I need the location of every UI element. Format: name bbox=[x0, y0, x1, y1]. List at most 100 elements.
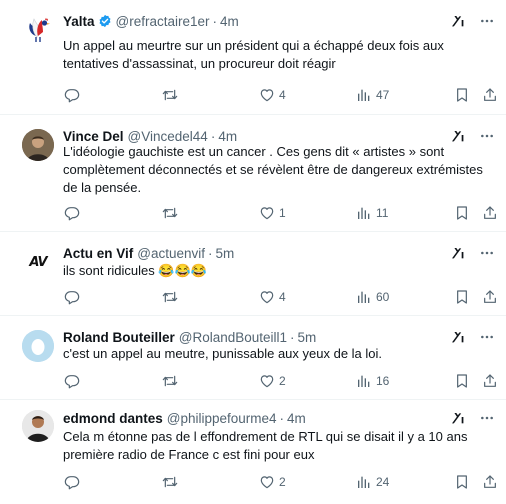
share-icon bbox=[482, 289, 498, 305]
like-button[interactable]: 2 bbox=[259, 472, 286, 492]
reply-icon bbox=[64, 474, 80, 490]
views-button[interactable]: 16 bbox=[356, 371, 389, 391]
user-handle[interactable]: @Vincedel44 bbox=[128, 129, 208, 144]
share-button[interactable] bbox=[482, 371, 498, 391]
views-icon bbox=[356, 474, 372, 490]
share-button[interactable] bbox=[482, 287, 498, 307]
tweet-text: L'idéologie gauchiste est un cancer . Ce… bbox=[63, 144, 483, 195]
avatar-logo-text: AV bbox=[29, 254, 47, 270]
tweet-header: Actu en Vif @actuenvif · 5m bbox=[63, 244, 446, 262]
retweet-icon bbox=[162, 87, 178, 103]
rooster-avatar-icon bbox=[29, 17, 50, 42]
tweet-header: Roland Bouteiller @RolandBouteill1 · 5m bbox=[63, 328, 446, 346]
retweet-icon bbox=[162, 474, 178, 490]
views-button[interactable]: 11 bbox=[356, 203, 388, 223]
like-button[interactable]: 1 bbox=[259, 203, 286, 223]
views-button[interactable]: 47 bbox=[356, 85, 389, 105]
reply-button[interactable] bbox=[64, 287, 84, 307]
grok-icon[interactable] bbox=[450, 13, 466, 29]
views-icon bbox=[356, 87, 372, 103]
views-icon bbox=[356, 289, 372, 305]
user-handle[interactable]: @philippefourme4 bbox=[167, 411, 277, 426]
display-name[interactable]: Vince Del bbox=[63, 129, 124, 144]
user-handle[interactable]: @refractaire1er bbox=[116, 14, 210, 29]
action-bar: 2 24 bbox=[58, 472, 500, 492]
view-count: 60 bbox=[376, 290, 390, 304]
timestamp[interactable]: 4m bbox=[220, 14, 239, 29]
retweet-icon bbox=[162, 373, 178, 389]
share-button[interactable] bbox=[482, 85, 498, 105]
grok-icon[interactable] bbox=[450, 245, 466, 261]
bookmark-button[interactable] bbox=[454, 371, 470, 391]
reply-feed: Yalta @refractaire1er · 4m Un appel au m… bbox=[0, 0, 506, 504]
action-bar: 4 60 bbox=[58, 287, 500, 307]
avatar[interactable] bbox=[22, 330, 54, 362]
bookmark-button[interactable] bbox=[454, 85, 470, 105]
action-bar: 4 47 bbox=[58, 85, 500, 105]
retweet-button[interactable] bbox=[162, 203, 182, 223]
grok-icon[interactable] bbox=[450, 329, 466, 345]
grok-icon[interactable] bbox=[450, 128, 466, 144]
tweet-edmond-dantes[interactable]: edmond dantes @philippefourme4 · 4m Cela… bbox=[0, 400, 506, 504]
like-icon bbox=[259, 87, 275, 103]
tweet-vince-del[interactable]: Vince Del @Vincedel44 · 4m L'idéologie g… bbox=[0, 115, 506, 232]
more-icon[interactable] bbox=[478, 245, 496, 261]
like-count: 4 bbox=[279, 88, 286, 102]
like-count: 4 bbox=[279, 290, 286, 304]
action-bar: 1 11 bbox=[58, 203, 500, 223]
separator-dot: · bbox=[208, 245, 213, 261]
more-icon[interactable] bbox=[478, 128, 496, 144]
action-bar: 2 16 bbox=[58, 371, 500, 391]
user-handle[interactable]: @RolandBouteill1 bbox=[179, 330, 287, 345]
views-icon bbox=[356, 205, 372, 221]
display-name[interactable]: Yalta bbox=[63, 14, 95, 29]
tweet-header: Yalta @refractaire1er · 4m bbox=[63, 12, 446, 30]
person-avatar-icon bbox=[22, 129, 54, 161]
avatar[interactable] bbox=[22, 410, 54, 442]
tweet-yalta[interactable]: Yalta @refractaire1er · 4m Un appel au m… bbox=[0, 0, 506, 115]
view-count: 11 bbox=[376, 206, 389, 220]
reply-button[interactable] bbox=[64, 203, 84, 223]
more-icon[interactable] bbox=[478, 410, 496, 426]
like-button[interactable]: 4 bbox=[259, 287, 286, 307]
more-icon[interactable] bbox=[478, 329, 496, 345]
timestamp[interactable]: 5m bbox=[298, 330, 317, 345]
user-handle[interactable]: @actuenvif bbox=[137, 246, 205, 261]
views-button[interactable]: 60 bbox=[356, 287, 389, 307]
reply-icon bbox=[64, 205, 80, 221]
more-icon[interactable] bbox=[478, 13, 496, 29]
separator-dot: · bbox=[210, 128, 216, 144]
timestamp[interactable]: 5m bbox=[216, 246, 235, 261]
avatar[interactable] bbox=[22, 129, 54, 161]
bookmark-icon bbox=[454, 373, 470, 389]
display-name[interactable]: Actu en Vif bbox=[63, 246, 133, 261]
display-name[interactable]: edmond dantes bbox=[63, 411, 163, 426]
view-count: 16 bbox=[376, 374, 390, 388]
reply-button[interactable] bbox=[64, 85, 84, 105]
like-button[interactable]: 4 bbox=[259, 85, 286, 105]
separator-dot: · bbox=[279, 410, 285, 426]
verified-badge-icon bbox=[98, 14, 112, 28]
share-button[interactable] bbox=[482, 203, 498, 223]
retweet-button[interactable] bbox=[162, 472, 182, 492]
retweet-button[interactable] bbox=[162, 85, 182, 105]
grok-icon[interactable] bbox=[450, 410, 466, 426]
share-button[interactable] bbox=[482, 472, 498, 492]
tweet-roland-bouteiller[interactable]: Roland Bouteiller @RolandBouteill1 · 5m … bbox=[0, 316, 506, 400]
like-button[interactable]: 2 bbox=[259, 371, 286, 391]
avatar[interactable] bbox=[22, 14, 54, 46]
avatar[interactable]: AV bbox=[22, 246, 54, 278]
tweet-actu-en-vif[interactable]: AV Actu en Vif @actuenvif · 5m ils sont … bbox=[0, 232, 506, 316]
reply-button[interactable] bbox=[64, 472, 84, 492]
bookmark-button[interactable] bbox=[454, 203, 470, 223]
bookmark-button[interactable] bbox=[454, 287, 470, 307]
reply-button[interactable] bbox=[64, 371, 84, 391]
timestamp[interactable]: 4m bbox=[218, 129, 237, 144]
timestamp[interactable]: 4m bbox=[287, 411, 306, 426]
bookmark-button[interactable] bbox=[454, 472, 470, 492]
views-button[interactable]: 24 bbox=[356, 472, 389, 492]
retweet-button[interactable] bbox=[162, 371, 182, 391]
display-name[interactable]: Roland Bouteiller bbox=[63, 330, 175, 345]
share-icon bbox=[482, 373, 498, 389]
retweet-button[interactable] bbox=[162, 287, 182, 307]
